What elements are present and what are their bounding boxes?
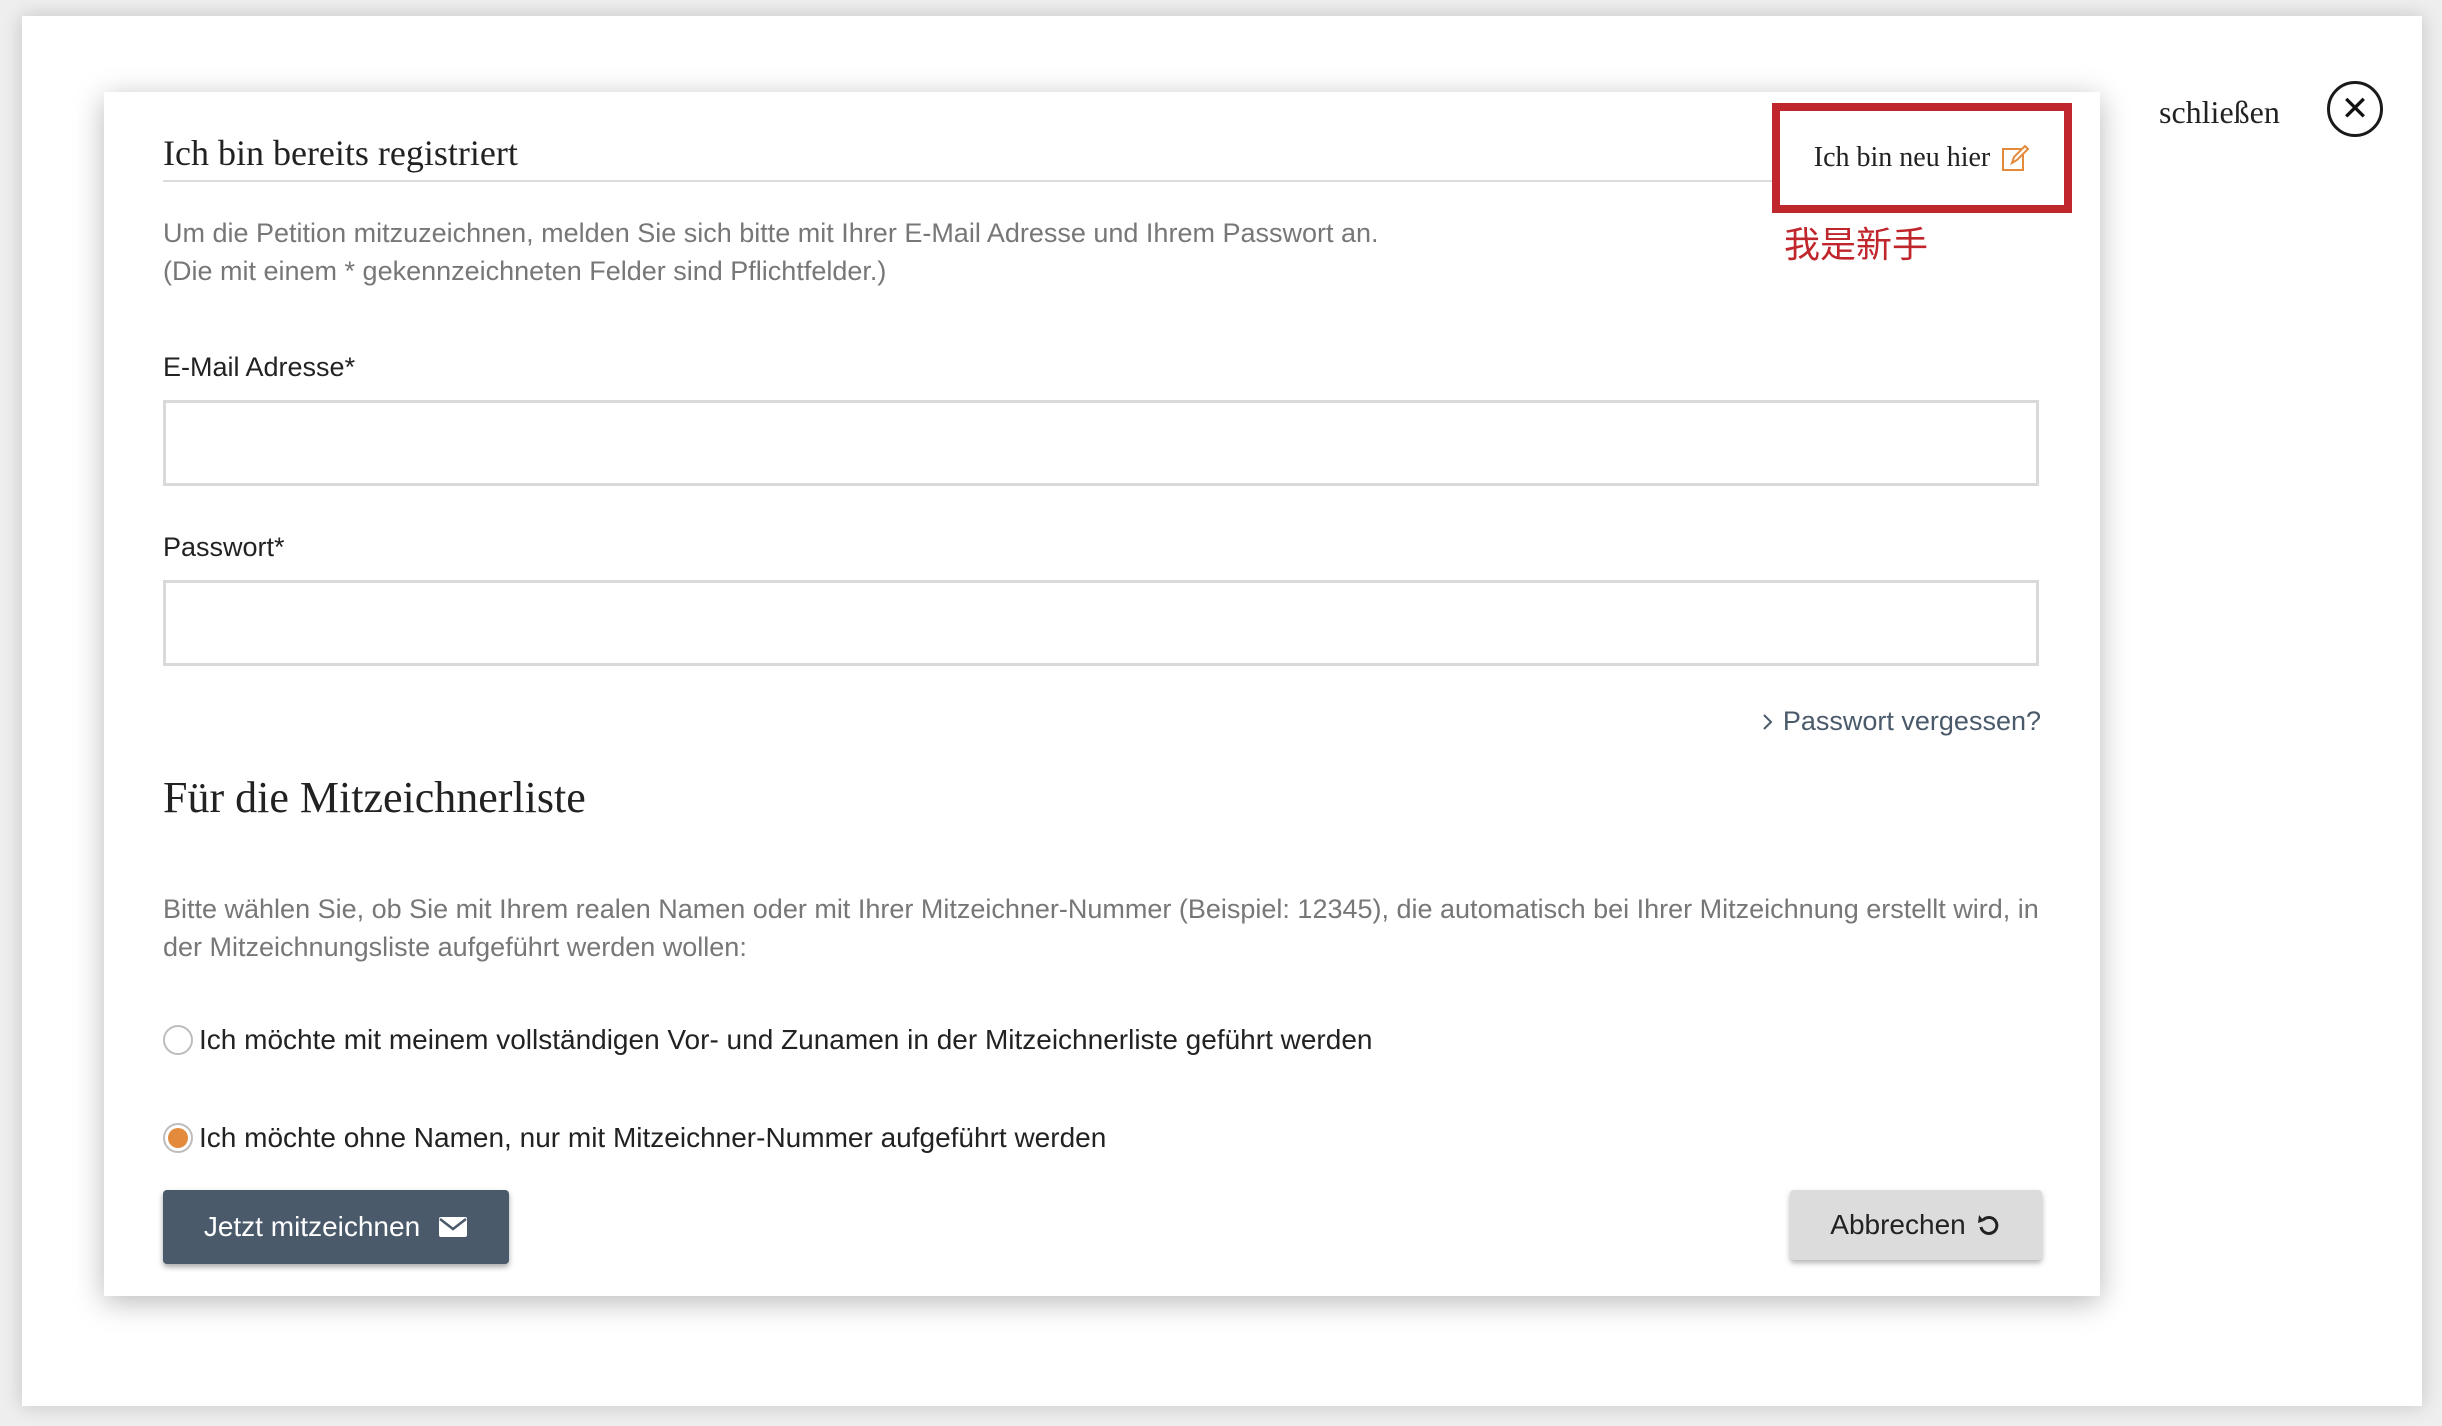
password-label: Passwort* (163, 532, 285, 562)
option-number-only[interactable]: Ich möchte ohne Namen, nur mit Mitzeichn… (163, 1122, 1106, 1154)
annotation-label: 我是新手 (1784, 225, 1929, 266)
submit-label: Jetzt mitzeichnen (203, 1211, 421, 1242)
undo-icon (1977, 1215, 1998, 1235)
edit-icon (2002, 144, 2030, 171)
cancel-label: Abbrechen (1830, 1209, 1966, 1240)
email-label: E-Mail Adresse* (163, 352, 356, 382)
password-field[interactable] (163, 580, 2039, 666)
close-icon[interactable]: ✕ (2327, 81, 2383, 137)
intro-text: Um die Petition mitzuzeichnen, melden Si… (163, 214, 1763, 290)
forgot-password-label: Passwort vergessen? (1782, 706, 2041, 736)
option-full-name-label: Ich möchte mit meinem vollständigen Vor-… (199, 1024, 1373, 1055)
tab-new-here[interactable]: Ich bin neu hier (1772, 103, 2072, 213)
section-title: Für die Mitzeichnerliste (163, 773, 586, 822)
section-description: Bitte wählen Sie, ob Sie mit Ihrem reale… (163, 894, 2039, 962)
submit-button[interactable]: Jetzt mitzeichnen (163, 1190, 509, 1264)
chevron-right-icon (1763, 713, 1773, 730)
tab-registered: Ich bin bereits registriert (163, 133, 518, 173)
envelope-icon (439, 1217, 468, 1237)
option-full-name[interactable]: Ich möchte mit meinem vollständigen Vor-… (163, 1024, 1372, 1056)
cancel-button[interactable]: Abbrechen (1790, 1190, 2042, 1260)
intro-line-1: Um die Petition mitzuzeichnen, melden Si… (163, 218, 1379, 248)
close-label[interactable]: schließen (2159, 94, 2280, 131)
tab-divider (163, 180, 1818, 182)
option-number-only-label: Ich möchte ohne Namen, nur mit Mitzeichn… (199, 1122, 1107, 1153)
radio-full-name[interactable] (163, 1025, 193, 1055)
intro-line-2: (Die mit einem * gekennzeichneten Felder… (163, 256, 887, 286)
signature-modal: Ich bin bereits registriert Ich bin neu … (104, 92, 2100, 1296)
email-field[interactable] (163, 400, 2039, 486)
page-background: schließen ✕ Ich bin bereits registriert … (22, 16, 2422, 1406)
radio-number-only[interactable] (163, 1123, 193, 1153)
forgot-password-link[interactable]: Passwort vergessen? (1761, 706, 2041, 737)
tab-new-here-label: Ich bin neu hier (1813, 142, 1991, 173)
